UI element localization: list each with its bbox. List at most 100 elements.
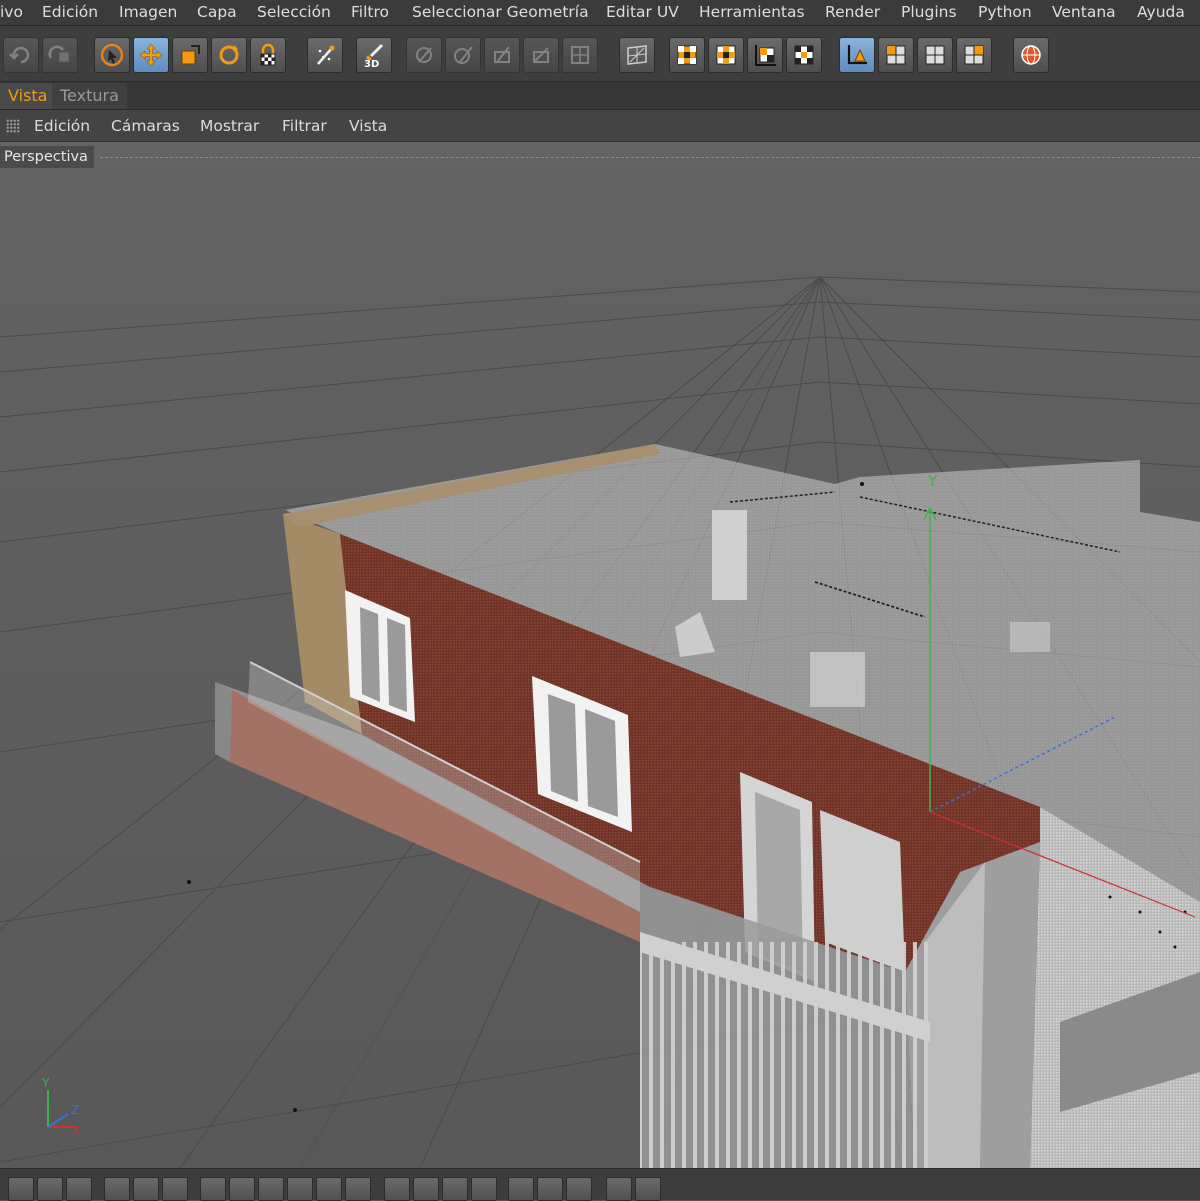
- axis-z-label: Z: [71, 1103, 79, 1117]
- view-menu-mostrar[interactable]: Mostrar: [200, 117, 259, 135]
- move-button[interactable]: [133, 37, 169, 73]
- rotate-button[interactable]: [211, 37, 247, 73]
- 3d-paint-button[interactable]: 3D: [356, 37, 392, 73]
- menu-seleccion[interactable]: Selección: [257, 3, 331, 21]
- menu-imagen[interactable]: Imagen: [119, 3, 177, 21]
- viewport-scene: Y Y Z X: [0, 142, 1200, 1168]
- bottom-tool-button[interactable]: [413, 1177, 439, 1201]
- texture-grid-button[interactable]: [619, 37, 655, 73]
- tab-textura[interactable]: Textura: [52, 83, 127, 109]
- redo-button[interactable]: [42, 37, 78, 73]
- axis-y-label: Y: [41, 1076, 50, 1090]
- bottom-tool-button[interactable]: [442, 1177, 468, 1201]
- bottom-tool-button[interactable]: [37, 1177, 63, 1201]
- bottom-tool-button[interactable]: [229, 1177, 255, 1201]
- bottom-tool-button[interactable]: [258, 1177, 284, 1201]
- brush-1-button[interactable]: [406, 37, 442, 73]
- viewport-menu-bar: Edición Cámaras Mostrar Filtrar Vista: [0, 110, 1200, 142]
- live-selection-button[interactable]: [94, 37, 130, 73]
- menu-ayuda[interactable]: Ayuda: [1137, 3, 1185, 21]
- live-selection-icon: [100, 43, 124, 67]
- menu-render[interactable]: Render: [825, 3, 880, 21]
- menu-python[interactable]: Python: [978, 3, 1032, 21]
- bottom-toolbar: [0, 1168, 1200, 1201]
- brush-2-button[interactable]: [445, 37, 481, 73]
- layout-3-button[interactable]: [956, 37, 992, 73]
- checker-3-button[interactable]: [786, 37, 822, 73]
- layout-2-button[interactable]: [917, 37, 953, 73]
- bottom-tool-button[interactable]: [287, 1177, 313, 1201]
- layout-1-icon: [886, 45, 906, 65]
- menu-ventana[interactable]: Ventana: [1052, 3, 1116, 21]
- rotate-icon: [219, 45, 239, 65]
- grip-icon[interactable]: [6, 119, 20, 133]
- bottom-tool-button[interactable]: [8, 1177, 34, 1201]
- checker-1-icon: [677, 45, 697, 65]
- checker-3-icon: [794, 45, 814, 65]
- bottom-tool-button[interactable]: [471, 1177, 497, 1201]
- brush-5-button[interactable]: [562, 37, 598, 73]
- magic-wand-button[interactable]: [307, 37, 343, 73]
- menu-archivo[interactable]: ivo: [0, 3, 23, 21]
- brush-5-icon: [571, 46, 589, 64]
- layout-2-icon: [925, 45, 945, 65]
- menu-bar: ivo Edición Imagen Capa Selección Filtro…: [0, 0, 1200, 26]
- menu-plugins[interactable]: Plugins: [901, 3, 957, 21]
- axis-mode-button[interactable]: [839, 37, 875, 73]
- bottom-tool-button[interactable]: [200, 1177, 226, 1201]
- bottom-tool-button[interactable]: [537, 1177, 563, 1201]
- bottom-tool-button[interactable]: [345, 1177, 371, 1201]
- undo-icon: [9, 46, 30, 64]
- svg-text:3D: 3D: [364, 59, 379, 68]
- menu-edicion[interactable]: Edición: [42, 3, 98, 21]
- render-sphere-icon: [1021, 45, 1041, 65]
- layout-3-icon: [964, 45, 984, 65]
- axis-x-label: X: [72, 1123, 80, 1137]
- redo-icon: [48, 45, 70, 63]
- menu-herramientas[interactable]: Herramientas: [699, 3, 805, 21]
- checker-2-button[interactable]: [708, 37, 744, 73]
- bottom-tool-button[interactable]: [66, 1177, 92, 1201]
- brush-3-button[interactable]: [484, 37, 520, 73]
- 3d-viewport[interactable]: Y Y Z X: [0, 142, 1200, 1168]
- tab-vista[interactable]: Vista: [0, 83, 56, 109]
- gizmo-y-label: Y: [927, 472, 938, 490]
- view-menu-filtrar[interactable]: Filtrar: [282, 117, 327, 135]
- menu-filtro[interactable]: Filtro: [351, 3, 389, 21]
- bottom-tool-button[interactable]: [566, 1177, 592, 1201]
- view-menu-vista[interactable]: Vista: [349, 117, 387, 135]
- checker-1-button[interactable]: [669, 37, 705, 73]
- axis-mode-icon: [847, 45, 867, 65]
- undo-button[interactable]: [3, 37, 39, 73]
- brush-4-icon: [533, 47, 549, 63]
- menu-editar-uv[interactable]: Editar UV: [606, 3, 679, 21]
- render-sphere-button[interactable]: [1013, 37, 1049, 73]
- camera-label[interactable]: Perspectiva: [0, 146, 94, 168]
- bottom-tool-button[interactable]: [384, 1177, 410, 1201]
- bottom-tool-button[interactable]: [133, 1177, 159, 1201]
- view-menu-edicion[interactable]: Edición: [34, 117, 90, 135]
- main-toolbar: 3D: [0, 26, 1200, 82]
- brush-2-icon: [454, 46, 473, 64]
- menu-seleccionar-geometria[interactable]: Seleccionar Geometría: [412, 3, 589, 21]
- lock-button[interactable]: [250, 37, 286, 73]
- bottom-tool-button[interactable]: [104, 1177, 130, 1201]
- move-icon: [139, 43, 163, 67]
- scale-button[interactable]: [172, 37, 208, 73]
- scale-icon: [181, 45, 200, 65]
- bottom-tool-button[interactable]: [316, 1177, 342, 1201]
- camera-divider: [100, 157, 1200, 158]
- brush-4-button[interactable]: [523, 37, 559, 73]
- menu-capa[interactable]: Capa: [197, 3, 237, 21]
- axis-checker-icon: [755, 45, 776, 66]
- view-menu-camaras[interactable]: Cámaras: [111, 117, 180, 135]
- bottom-tool-button[interactable]: [508, 1177, 534, 1201]
- checker-2-icon: [716, 45, 736, 65]
- layout-1-button[interactable]: [878, 37, 914, 73]
- bottom-tool-button[interactable]: [606, 1177, 632, 1201]
- axis-checker-button[interactable]: [747, 37, 783, 73]
- brush-1-icon: [416, 47, 432, 63]
- bottom-tool-button[interactable]: [162, 1177, 188, 1201]
- bottom-tool-button[interactable]: [635, 1177, 661, 1201]
- magic-wand-icon: [317, 45, 335, 65]
